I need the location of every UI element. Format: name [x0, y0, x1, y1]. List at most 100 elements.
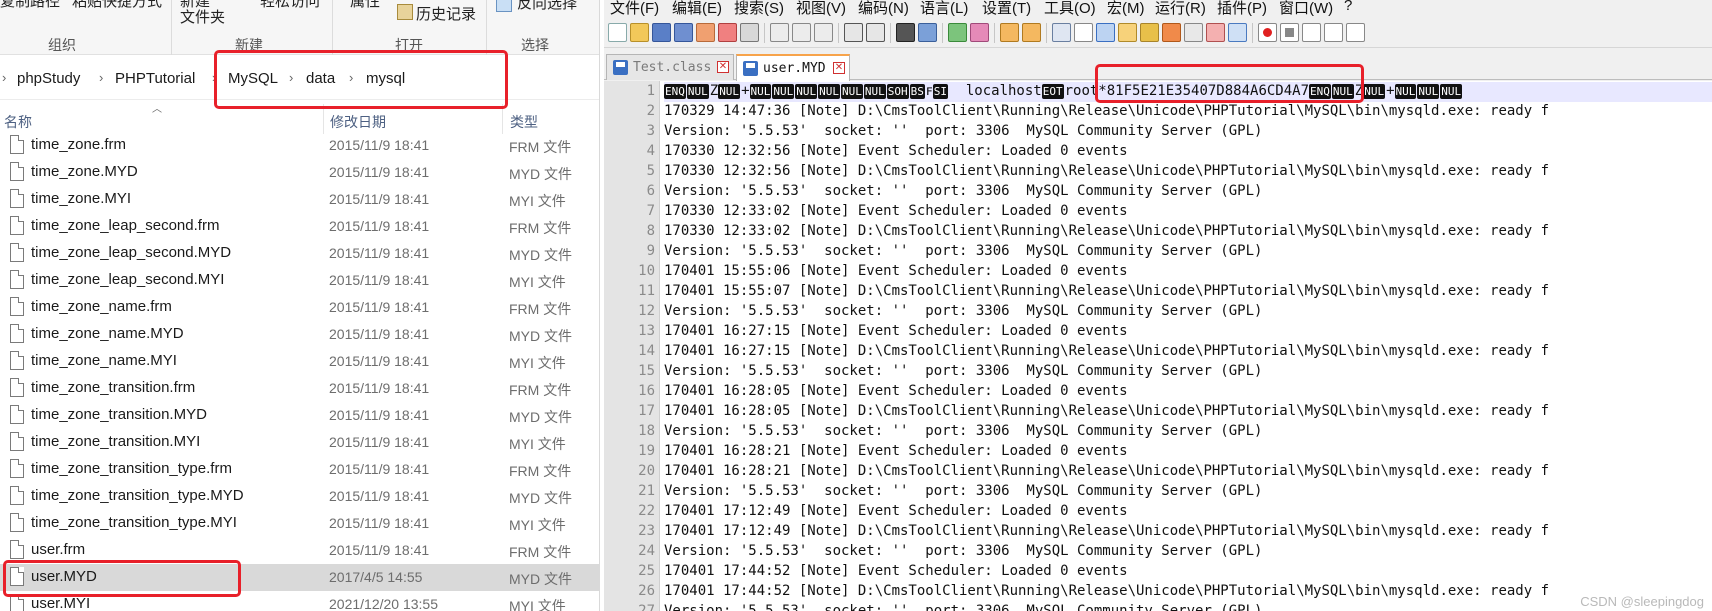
column-header-name[interactable]: 名称	[4, 112, 32, 132]
close-icon[interactable]: ✕	[717, 61, 729, 73]
file-date: 2015/11/9 18:41	[329, 488, 430, 504]
user-lang-icon[interactable]	[1118, 23, 1137, 42]
play-macro-icon[interactable]	[1302, 23, 1321, 42]
menu-view[interactable]: 视图(V)	[796, 0, 846, 18]
menu-language[interactable]: 语言(L)	[920, 0, 968, 18]
save-icon[interactable]	[652, 23, 671, 42]
redo-icon[interactable]	[866, 23, 885, 42]
run-macro-multiple-icon[interactable]	[1324, 23, 1343, 42]
replace-icon[interactable]	[918, 23, 937, 42]
file-row[interactable]: user.frm 2015/11/9 18:41 FRM 文件	[0, 537, 599, 564]
file-row[interactable]: time_zone_name.MYD 2015/11/9 18:41 MYD 文件	[0, 321, 599, 348]
open-file-icon[interactable]	[630, 23, 649, 42]
column-header-type[interactable]: 类型	[510, 112, 538, 132]
host-text: localhost	[965, 83, 1042, 99]
file-row[interactable]: time_zone_name.MYI 2015/11/9 18:41 MYI 文件	[0, 348, 599, 375]
file-row[interactable]: time_zone_leap_second.MYD 2015/11/9 18:41…	[0, 240, 599, 267]
tab-user-myd[interactable]: user.MYD ✕	[736, 54, 850, 81]
file-row[interactable]: time_zone_transition.frm 2015/11/9 18:41 F…	[0, 375, 599, 402]
control-char-badge: NUL	[841, 83, 863, 99]
paste-icon[interactable]	[814, 23, 833, 42]
control-char-badge: EOT	[1041, 83, 1064, 99]
find-icon[interactable]	[896, 23, 915, 42]
editor-pane[interactable]: 1 2 3 4 5 6 7 8 9 10 11 12 13 14 15 16 17 18 19 20 21 22 23 24 2…	[604, 81, 1712, 611]
stop-macro-icon[interactable]	[1280, 23, 1299, 42]
column-separator[interactable]	[323, 104, 324, 134]
ribbon-copy-path[interactable]: 复制路径	[0, 0, 60, 11]
breadcrumb-phpstudy[interactable]: phpStudy	[17, 70, 80, 87]
folder-workspace-icon[interactable]	[1184, 23, 1203, 42]
breadcrumb-mysql[interactable]: MySQL	[228, 70, 278, 87]
preview-icon[interactable]	[1228, 23, 1247, 42]
zoom-in-icon[interactable]	[948, 23, 967, 42]
file-icon	[10, 243, 24, 262]
ribbon-history[interactable]: 历史记录	[416, 3, 476, 24]
menu-plugins[interactable]: 插件(P)	[1217, 0, 1267, 18]
ribbon-easy-access[interactable]: 轻松访问	[260, 0, 320, 11]
copy-icon[interactable]	[792, 23, 811, 42]
file-name: time_zone_transition_type.MYD	[31, 487, 244, 504]
file-row[interactable]: time_zone_transition_type.MYI 2015/11/9 1…	[0, 510, 599, 537]
menu-tools[interactable]: 工具(O)	[1044, 0, 1096, 18]
ribbon-paste-shortcut[interactable]: 粘贴快捷方式	[72, 0, 162, 11]
breadcrumb-mysql-subfolder[interactable]: mysql	[366, 70, 405, 87]
print-icon[interactable]	[740, 23, 759, 42]
ribbon-invert-select[interactable]: 反向选择	[517, 0, 577, 13]
file-row[interactable]: time_zone_transition.MYI 2015/11/9 18:41 M…	[0, 429, 599, 456]
line-number: 15	[638, 363, 655, 379]
menu-settings[interactable]: 设置(T)	[982, 0, 1031, 18]
ribbon-group-open: 打开	[395, 37, 423, 53]
monitoring-icon[interactable]	[1206, 23, 1225, 42]
ribbon-new-folder-label[interactable]: 文件夹	[180, 6, 225, 27]
save-macro-icon[interactable]	[1346, 23, 1365, 42]
close-all-icon[interactable]	[718, 23, 737, 42]
record-macro-icon[interactable]	[1258, 23, 1277, 42]
sync-vertical-icon[interactable]	[1000, 23, 1019, 42]
file-icon	[10, 513, 24, 532]
word-wrap-icon[interactable]	[1052, 23, 1071, 42]
close-file-icon[interactable]	[696, 23, 715, 42]
file-row[interactable]: time_zone_leap_second.MYI 2015/11/9 18:41…	[0, 267, 599, 294]
file-row[interactable]: time_zone.MYI 2015/11/9 18:41 MYI 文件	[0, 186, 599, 213]
zoom-out-icon[interactable]	[970, 23, 989, 42]
menu-help[interactable]: ?	[1344, 0, 1352, 14]
file-row[interactable]: time_zone.MYD 2015/11/9 18:41 MYD 文件	[0, 159, 599, 186]
line-number: 18	[638, 423, 655, 439]
column-header-date[interactable]: 修改日期	[330, 112, 386, 132]
file-row[interactable]: user.MYI 2021/12/20 13:55 MYI 文件	[0, 591, 599, 611]
file-row[interactable]: time_zone_leap_second.frm 2015/11/9 18:41…	[0, 213, 599, 240]
menu-search[interactable]: 搜索(S)	[734, 0, 784, 18]
show-all-chars-icon[interactable]	[1074, 23, 1093, 42]
address-bar[interactable]: › phpStudy › PHPTutorial › MySQL › data …	[0, 60, 599, 100]
control-char-badge: NUL	[1417, 83, 1440, 99]
menu-encoding[interactable]: 编码(N)	[858, 0, 909, 18]
file-icon	[10, 135, 24, 154]
sync-horizontal-icon[interactable]	[1022, 23, 1041, 42]
file-row[interactable]: time_zone_transition_type.MYD 2015/11/9 1…	[0, 483, 599, 510]
menu-run[interactable]: 运行(R)	[1155, 0, 1206, 18]
file-row[interactable]: time_zone.frm 2015/11/9 18:41 FRM 文件	[0, 132, 599, 159]
file-row[interactable]: time_zone_transition.MYD 2015/11/9 18:41 M…	[0, 402, 599, 429]
breadcrumb-phptutorial[interactable]: PHPTutorial	[115, 70, 195, 87]
new-file-icon[interactable]	[608, 23, 627, 42]
indent-guide-icon[interactable]	[1096, 23, 1115, 42]
save-all-icon[interactable]	[674, 23, 693, 42]
tab-bar: Test.class ✕ user.MYD ✕	[604, 54, 1712, 81]
column-separator[interactable]	[502, 104, 503, 134]
close-icon[interactable]: ✕	[833, 62, 845, 74]
file-row[interactable]: time_zone_name.frm 2015/11/9 18:41 FRM 文件	[0, 294, 599, 321]
function-list-icon[interactable]	[1162, 23, 1181, 42]
doc-map-icon[interactable]	[1140, 23, 1159, 42]
cut-icon[interactable]	[770, 23, 789, 42]
file-row[interactable]: user.MYD 2017/4/5 14:55 MYD 文件	[0, 564, 599, 591]
breadcrumb-data[interactable]: data	[306, 70, 335, 87]
undo-icon[interactable]	[844, 23, 863, 42]
menu-file[interactable]: 文件(F)	[610, 0, 659, 18]
toolbar-separator	[764, 23, 765, 43]
tab-test-class[interactable]: Test.class ✕	[606, 54, 734, 80]
file-row[interactable]: time_zone_transition_type.frm 2015/11/9 1…	[0, 456, 599, 483]
menu-window[interactable]: 窗口(W)	[1279, 0, 1333, 18]
menu-macro[interactable]: 宏(M)	[1107, 0, 1145, 18]
ribbon-properties[interactable]: 属性	[350, 0, 380, 11]
menu-edit[interactable]: 编辑(E)	[672, 0, 722, 18]
